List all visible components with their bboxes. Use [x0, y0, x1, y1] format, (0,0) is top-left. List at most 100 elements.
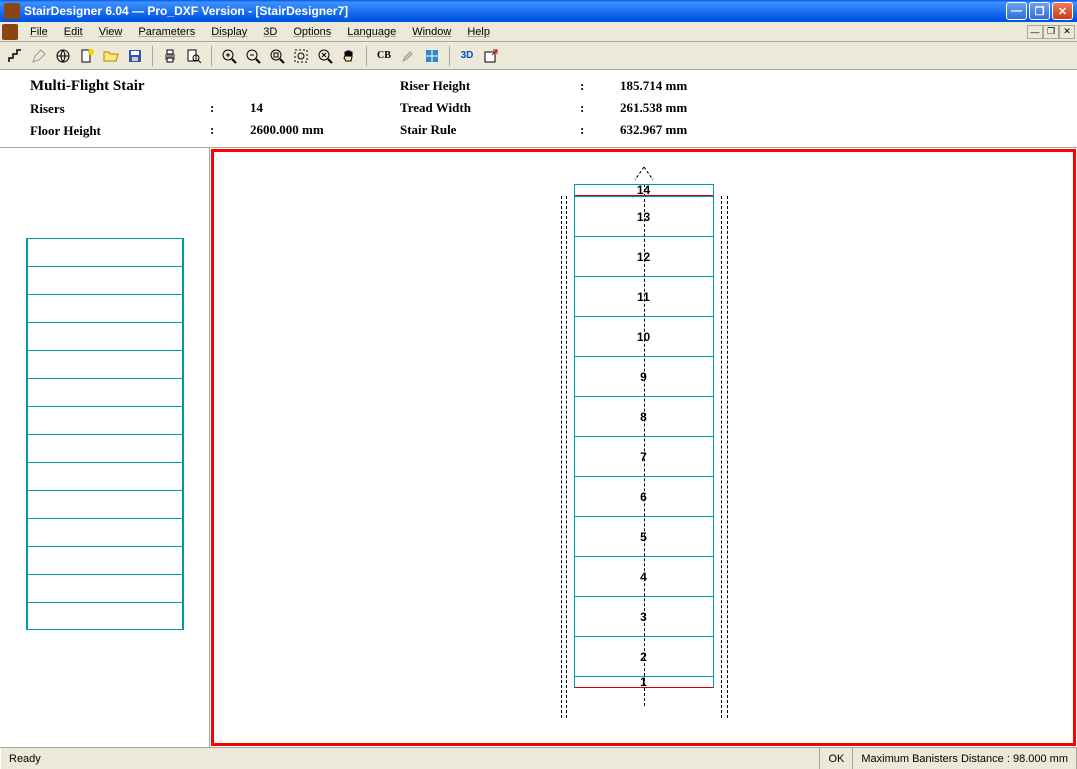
mdi-close-button[interactable]: ✕ — [1059, 25, 1075, 39]
3d-button[interactable]: 3D — [456, 45, 478, 67]
tread-4[interactable]: 4 — [574, 556, 714, 596]
tread-number: 12 — [637, 250, 650, 264]
banister-left — [566, 196, 567, 718]
stair-rule-value: 632.967 mm — [620, 122, 770, 138]
menu-parameters[interactable]: Parameters — [130, 24, 203, 40]
main-canvas[interactable]: 14 13 12 11 10 9 8 7 6 5 4 3 2 1 — [211, 149, 1076, 746]
side-tread — [26, 518, 184, 546]
brush-button[interactable] — [397, 45, 419, 67]
tread-12[interactable]: 12 — [574, 236, 714, 276]
tread-6[interactable]: 6 — [574, 476, 714, 516]
risers-label: Risers — [30, 101, 210, 117]
tread-3[interactable]: 3 — [574, 596, 714, 636]
side-tread — [26, 378, 184, 406]
toolbar-separator — [366, 46, 367, 66]
open-button[interactable] — [100, 45, 122, 67]
menu-language[interactable]: Language — [339, 24, 404, 40]
side-stair-preview[interactable] — [26, 238, 184, 747]
zoom-in-button[interactable] — [218, 45, 240, 67]
new-file-icon — [79, 48, 95, 64]
menu-view[interactable]: View — [91, 24, 131, 40]
tread-8[interactable]: 8 — [574, 396, 714, 436]
save-button[interactable] — [124, 45, 146, 67]
cb-label: CB — [377, 50, 391, 61]
tread-14[interactable]: 14 — [574, 184, 714, 196]
zoom-fit-icon — [293, 48, 309, 64]
view-mode-button[interactable] — [421, 45, 443, 67]
globe-button[interactable] — [52, 45, 74, 67]
colon: : — [210, 122, 250, 138]
new-file-button[interactable] — [76, 45, 98, 67]
menu-help[interactable]: Help — [459, 24, 498, 40]
tread-11[interactable]: 11 — [574, 276, 714, 316]
side-panel[interactable] — [0, 148, 210, 747]
stair-title: Multi-Flight Stair — [30, 78, 210, 95]
tread-number: 5 — [640, 530, 647, 544]
print-button[interactable] — [159, 45, 181, 67]
menu-edit[interactable]: Edit — [56, 24, 91, 40]
colon: : — [580, 100, 620, 116]
side-tread — [26, 406, 184, 434]
zoom-out-button[interactable] — [242, 45, 264, 67]
side-tread — [26, 350, 184, 378]
tread-13[interactable]: 13 — [574, 196, 714, 236]
window-controls: — ❐ ✕ — [1006, 2, 1073, 20]
export-icon — [483, 48, 499, 64]
tread-5[interactable]: 5 — [574, 516, 714, 556]
tread-7[interactable]: 7 — [574, 436, 714, 476]
side-tread — [26, 490, 184, 518]
tread-number: 9 — [640, 370, 647, 384]
mdi-minimize-button[interactable]: — — [1027, 25, 1043, 39]
side-tread — [26, 322, 184, 350]
close-button[interactable]: ✕ — [1052, 2, 1073, 20]
magnify-page-icon — [186, 48, 202, 64]
zoom-extent-button[interactable] — [314, 45, 336, 67]
draw-button[interactable] — [28, 45, 50, 67]
tread-9[interactable]: 9 — [574, 356, 714, 396]
minimize-button[interactable]: — — [1006, 2, 1027, 20]
grid-icon — [424, 48, 440, 64]
tread-number: 2 — [640, 650, 647, 664]
new-stair-button[interactable] — [4, 45, 26, 67]
export-button[interactable] — [480, 45, 502, 67]
side-tread — [26, 294, 184, 322]
riser-height-label: Riser Height — [400, 78, 580, 94]
menu-display[interactable]: Display — [203, 24, 255, 40]
tread-1[interactable]: 1 — [574, 676, 714, 688]
folder-open-icon — [103, 48, 119, 64]
zoom-window-icon — [269, 48, 285, 64]
mdi-restore-button[interactable]: ❐ — [1043, 25, 1059, 39]
tread-number: 8 — [640, 410, 647, 424]
cb-button[interactable]: CB — [373, 45, 395, 67]
maximize-button[interactable]: ❐ — [1029, 2, 1050, 20]
zoom-fit-button[interactable] — [290, 45, 312, 67]
colon: : — [580, 122, 620, 138]
print-preview-button[interactable] — [183, 45, 205, 67]
side-tread — [26, 546, 184, 574]
toolbar-separator — [449, 46, 450, 66]
colon: : — [580, 78, 620, 94]
tread-number: 10 — [637, 330, 650, 344]
3d-label: 3D — [461, 50, 474, 61]
menu-3d[interactable]: 3D — [255, 24, 285, 40]
printer-icon — [162, 48, 178, 64]
tread-10[interactable]: 10 — [574, 316, 714, 356]
tread-2[interactable]: 2 — [574, 636, 714, 676]
zoom-window-button[interactable] — [266, 45, 288, 67]
side-tread — [26, 574, 184, 602]
status-bar: Ready OK Maximum Banisters Distance : 98… — [0, 747, 1077, 769]
tread-number: 6 — [640, 490, 647, 504]
tread-number: 4 — [640, 570, 647, 584]
pan-button[interactable] — [338, 45, 360, 67]
menu-window[interactable]: Window — [404, 24, 459, 40]
menu-options[interactable]: Options — [285, 24, 339, 40]
hand-icon — [341, 48, 357, 64]
menu-file[interactable]: File — [22, 24, 56, 40]
toolbar: CB 3D — [0, 42, 1077, 70]
floor-height-label: Floor Height — [30, 123, 210, 139]
riser-height-value: 185.714 mm — [620, 78, 770, 94]
workspace: 14 13 12 11 10 9 8 7 6 5 4 3 2 1 — [0, 148, 1077, 747]
stair-plan-view[interactable]: 14 13 12 11 10 9 8 7 6 5 4 3 2 1 — [574, 184, 714, 688]
risers-value: 14 — [250, 100, 400, 116]
app-menu-icon — [2, 24, 18, 40]
